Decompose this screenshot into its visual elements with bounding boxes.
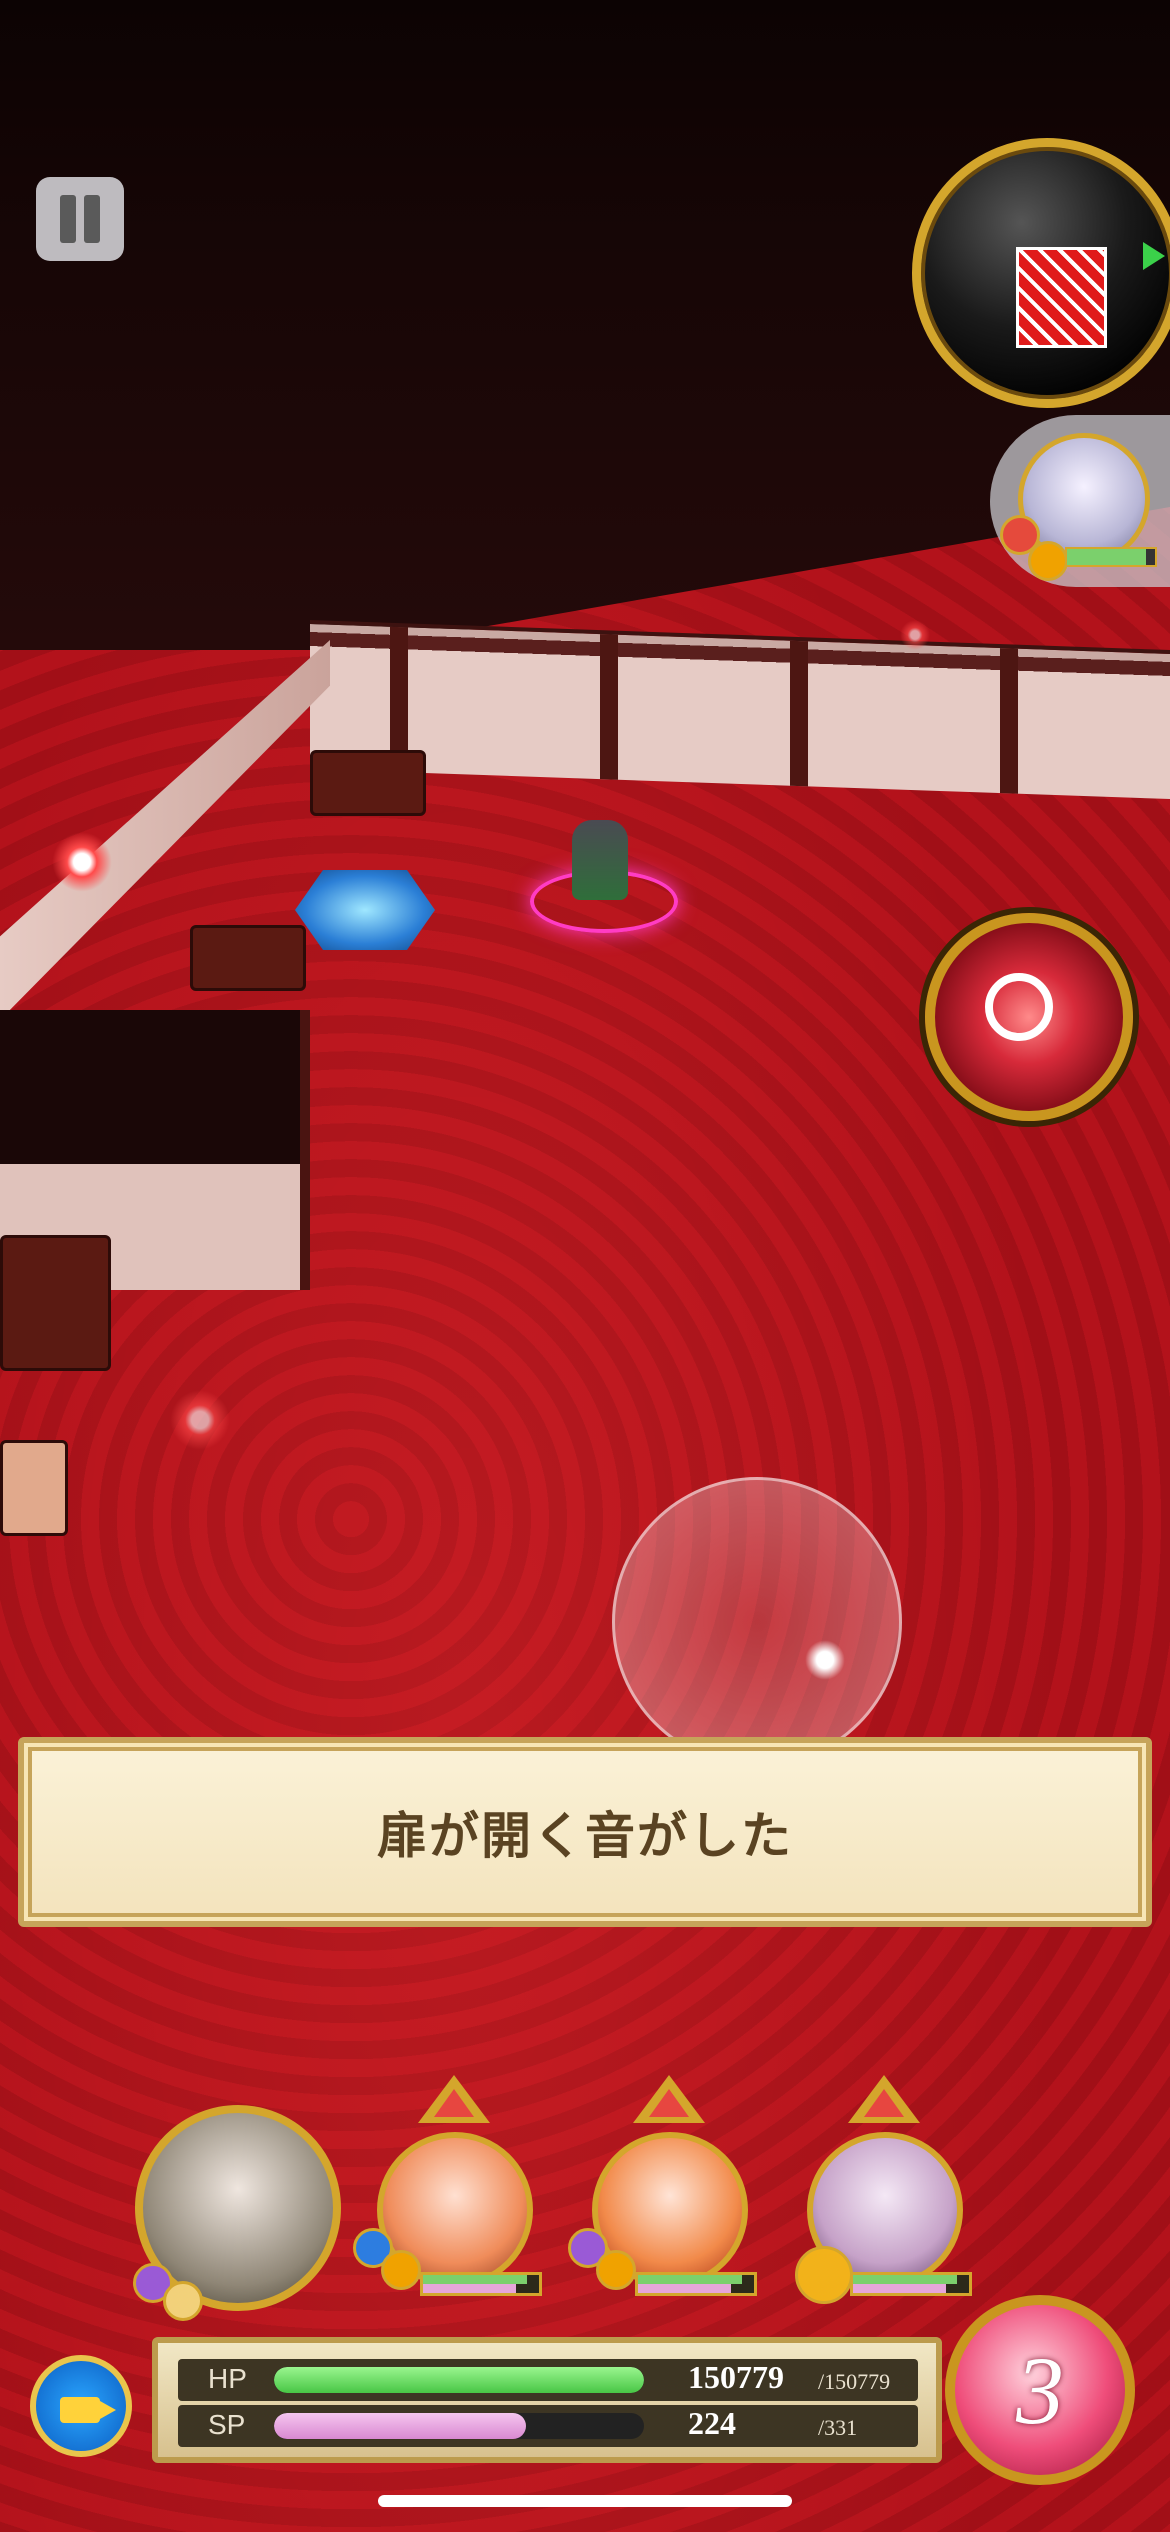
member-hp-sp-bar (420, 2272, 542, 2296)
red-light (52, 832, 112, 892)
table (310, 750, 426, 816)
sp-row: SP 224 /331 (178, 2405, 918, 2447)
sp-value: 224 (688, 2405, 736, 2441)
party-member-portrait[interactable] (353, 2132, 533, 2290)
hp-bar (274, 2367, 644, 2393)
minimap[interactable] (912, 138, 1170, 408)
camera-icon (60, 2397, 116, 2423)
member-arrow-icon (418, 2075, 490, 2123)
gear-icon (163, 2281, 203, 2321)
member-arrow-icon (848, 2075, 920, 2123)
hp-row: HP 150779 /150779 (178, 2359, 918, 2401)
hp-label: HP (208, 2363, 247, 2394)
bench (0, 1440, 68, 1536)
sp-max: /331 (818, 2415, 858, 2440)
camera-button[interactable] (30, 2355, 132, 2457)
party-member-portrait[interactable] (795, 2132, 963, 2304)
message-box[interactable]: 扉が開く音がした (18, 1737, 1152, 1927)
turn-counter: 3 (1016, 2336, 1064, 2444)
message-text: 扉が開く音がした (377, 1807, 793, 1865)
joystick-knob[interactable] (805, 1640, 845, 1680)
member-arrow-icon (633, 2075, 705, 2123)
lightning-icon (381, 2250, 421, 2290)
target-skill-button[interactable] (925, 913, 1133, 1121)
member-hp-sp-bar (635, 2272, 757, 2296)
sp-label: SP (208, 2409, 246, 2440)
ally-hp-bar (1065, 547, 1157, 567)
table (190, 925, 306, 991)
player-body (572, 820, 628, 900)
sp-bar (274, 2413, 644, 2439)
virtual-joystick[interactable] (612, 1477, 902, 1767)
turn-counter-orb[interactable]: 3 (945, 2295, 1135, 2485)
minimap-room (1016, 247, 1107, 348)
back-wall (310, 619, 1170, 800)
hp-max: /150779 (818, 2369, 891, 2394)
lightning-icon (1028, 541, 1068, 581)
player-character (530, 800, 678, 940)
target-skill-icon (985, 973, 1053, 1041)
ally-portrait-card[interactable] (990, 415, 1170, 587)
leader-portrait[interactable] (133, 2105, 341, 2321)
hp-sp-panel: HP 150779 /150779 SP 224 /331 (152, 2337, 942, 2463)
minimap-player-arrow-icon (1143, 242, 1165, 270)
party-member-portrait[interactable] (568, 2132, 748, 2290)
red-light (170, 1390, 230, 1450)
hp-value: 150779 (688, 2359, 784, 2395)
home-indicator[interactable] (378, 2495, 792, 2507)
warp-portal[interactable] (295, 870, 435, 950)
red-light (900, 620, 930, 650)
fireplace (0, 1235, 111, 1371)
member-hp-sp-bar (850, 2272, 972, 2296)
lightning-icon (596, 2250, 636, 2290)
pause-button[interactable] (36, 177, 124, 261)
element-icon (795, 2246, 853, 2304)
